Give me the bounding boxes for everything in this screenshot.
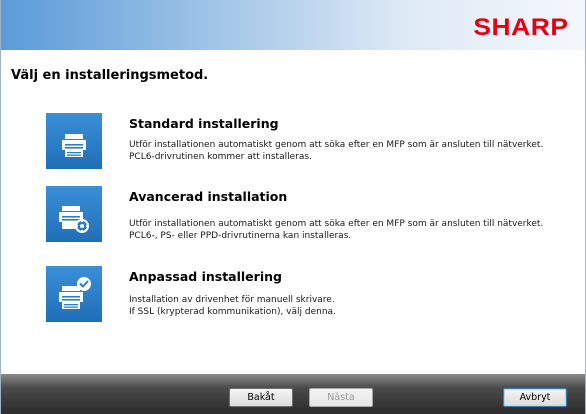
option-advanced-desc-line2: PCL6-, PS- eller PPD-drivrutinerna kan i… <box>129 231 352 241</box>
option-standard-install[interactable]: Standard installering Utför installation… <box>46 113 566 175</box>
option-custom-install[interactable]: Anpassad installering Installation av dr… <box>46 266 566 328</box>
next-button[interactable]: Nästa <box>309 388 373 407</box>
option-advanced-install[interactable]: Avancerad installation Utför installatio… <box>46 186 566 248</box>
option-advanced-title: Avancerad installation <box>129 189 288 204</box>
option-standard-desc-line1: Utför installationen automatiskt genom a… <box>129 140 544 150</box>
option-custom-title: Anpassad installering <box>129 269 282 284</box>
option-standard-title: Standard installering <box>129 116 279 131</box>
sharp-logo: SHARP <box>473 14 569 41</box>
option-custom-desc-line1: Installation av drivenhet för manuell sk… <box>129 295 335 305</box>
printer-gear-icon[interactable] <box>46 186 102 242</box>
back-button[interactable]: Bakåt <box>229 388 293 407</box>
option-advanced-desc-line1: Utför installationen automatiskt genom a… <box>129 219 544 229</box>
printer-icon[interactable] <box>46 113 102 169</box>
page-title: Välj en installeringsmetod. <box>11 68 209 83</box>
printer-check-icon[interactable] <box>46 266 102 322</box>
option-standard-desc-line2: PCL6-drivrutinen kommer att installeras. <box>129 152 312 162</box>
footer-bar: Bakåt Nästa Avbryt <box>1 374 585 414</box>
header-banner: SHARP <box>1 0 585 50</box>
option-custom-desc-line2: If SSL (krypterad kommunikation), välj d… <box>129 307 336 317</box>
installer-window: SHARP Välj en installeringsmetod. Standa… <box>0 0 586 414</box>
cancel-button[interactable]: Avbryt <box>503 388 567 407</box>
